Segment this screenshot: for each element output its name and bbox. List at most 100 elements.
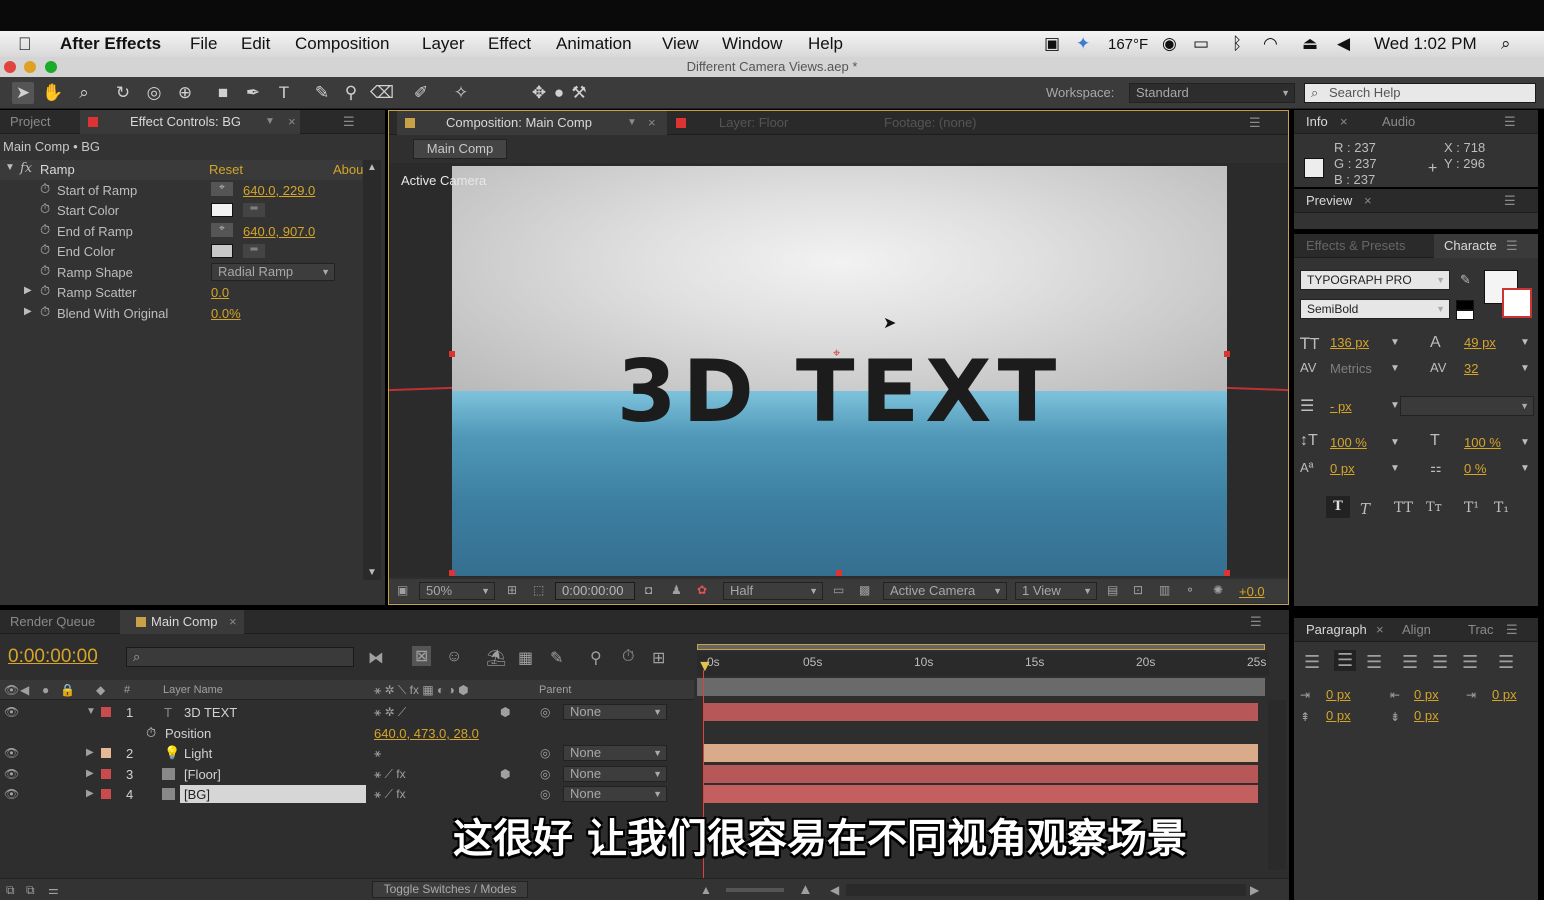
layer-switches[interactable]: ⚹ ✲ ⟋ [374,705,406,720]
position-value[interactable]: 640.0, 473.0, 28.0 [374,726,479,741]
flowchart-icon[interactable]: ⚬ [1185,583,1195,597]
auto-keyframe-icon[interactable]: ⚲ [590,648,602,668]
tab-project[interactable]: Project [10,114,50,129]
about-link[interactable]: Abou [333,162,363,177]
lock-switch-icon[interactable]: 🔒 [60,683,75,697]
tab-align[interactable]: Align [1402,622,1431,637]
visibility-eye-icon[interactable]: 👁 [4,746,19,760]
mask-visibility-icon[interactable]: ⬚ [533,583,544,597]
graph-toggle-icon[interactable]: ⚌ [48,883,59,897]
param-value[interactable]: 0.0% [211,306,241,321]
video-switch-icon[interactable]: 👁 [4,683,19,697]
shy-layers-icon[interactable]: ☺ [446,648,462,666]
work-area-bar[interactable] [697,644,1265,650]
current-time-field[interactable]: 0:00:00:00 [555,582,635,600]
pickwhip-icon[interactable]: ◎ [540,767,550,781]
workspace-dropdown[interactable]: Standard [1129,83,1295,103]
parent-dropdown[interactable]: None [563,766,667,782]
time-ruler[interactable]: 0s 05s 10s 15s 20s 25s [697,652,1269,676]
stroke-color-swatch[interactable] [1502,288,1532,318]
wifi-icon[interactable]: ◠ [1263,34,1278,54]
layer-3-bar[interactable] [703,765,1258,783]
comp-tab-close-icon[interactable]: × [648,115,656,130]
twirl-closed-icon[interactable]: ▶ [24,306,32,317]
view-axis-icon[interactable]: ⚒ [568,82,590,104]
stroke-width-value[interactable]: - px [1330,399,1352,414]
parent-dropdown[interactable]: None [563,786,667,802]
tab-render-queue[interactable]: Render Queue [10,614,95,629]
pickwhip-icon[interactable]: ◎ [540,746,550,760]
tab-character[interactable]: Characte [1444,238,1497,253]
3d-layer-switch-icon[interactable]: ⬢ [500,705,510,719]
stopwatch-icon[interactable]: ⏱ [40,263,50,279]
stopwatch-icon[interactable]: ⏱ [40,222,50,238]
layer-name[interactable]: [Floor] [184,767,221,782]
timeline-search-input[interactable]: ⌕ [126,647,354,667]
preview-menu-icon[interactable]: ☰ [1504,193,1516,209]
layer-name[interactable]: [BG] [184,787,210,802]
panel-menu-icon[interactable]: ☰ [343,114,355,130]
kerning-value[interactable]: Metrics [1330,361,1372,376]
stopwatch-icon[interactable]: ⏱ [146,725,156,741]
horizontal-scale-value[interactable]: 100 % [1464,435,1501,450]
tab-effects-presets[interactable]: Effects & Presets [1306,238,1405,253]
tab-audio[interactable]: Audio [1382,114,1415,129]
tsume-value[interactable]: 0 % [1464,461,1486,476]
label-color-chip[interactable] [101,707,111,717]
justify-left-button[interactable]: ☰ [1402,652,1418,673]
playhead-icon[interactable]: ▼ [697,658,713,676]
horizontal-scrollbar[interactable] [846,884,1246,896]
stopwatch-icon[interactable]: ⏱ [40,242,50,258]
label-color-chip[interactable] [101,769,111,779]
indent-right-value[interactable]: 0 px [1414,687,1439,702]
eyedropper-icon[interactable]: ═ [243,244,265,258]
layer-name-header[interactable]: Layer Name [163,684,223,696]
dropbox-icon[interactable]: ✦ [1076,34,1090,54]
comp-frame[interactable]: 3D TEXT [452,166,1227,576]
align-right-button[interactable]: ☰ [1366,652,1382,673]
eraser-tool-icon[interactable]: ⌫ [370,82,394,104]
3d-layer-switch-icon[interactable]: ⬢ [500,767,510,781]
comp-lock-icon[interactable] [405,118,415,128]
channel-icon[interactable]: ✿ [697,583,707,597]
char-menu-icon[interactable]: ☰ [1506,238,1518,254]
tab-dropdown-icon[interactable]: ▼ [265,116,275,127]
param-ramp-shape[interactable]: ⏱ Ramp Shape Radial Ramp [0,262,362,282]
tab-layer[interactable]: Layer: Floor [719,115,788,130]
axis-mode-icon[interactable]: ✥ [528,82,550,104]
solo-switch-icon[interactable]: ● [42,683,49,697]
tsume-dropdown-icon[interactable]: ▼ [1520,463,1530,474]
param-value[interactable]: 640.0, 229.0 [243,183,315,198]
label-color-chip[interactable] [101,748,111,758]
search-help-input[interactable]: ⌕ Search Help [1304,83,1536,103]
small-caps-button[interactable]: Tт [1426,500,1442,515]
hscale-dropdown-icon[interactable]: ▼ [1520,437,1530,448]
layer-switches[interactable]: ⚹ ⟋ fx [374,787,406,802]
twirl-closed-icon[interactable]: ▶ [86,788,94,799]
fast-previews-icon[interactable]: ⊡ [1133,583,1143,597]
rotation-tool-icon[interactable]: ↻ [112,82,134,104]
comp-settings-icon[interactable]: ⧉ [6,883,15,898]
apple-icon[interactable]:  [18,34,32,55]
bounding-handle[interactable] [1224,351,1230,357]
pixel-aspect-icon[interactable]: ▤ [1107,583,1118,597]
anchor-point-icon[interactable]: ⌖ [833,345,840,361]
vscale-dropdown-icon[interactable]: ▼ [1390,437,1400,448]
twirl-closed-icon[interactable]: ▶ [86,768,94,779]
param-end-color[interactable]: ⏱ End Color ═ [0,241,362,261]
tracking-value[interactable]: 32 [1464,361,1478,376]
menu-effect[interactable]: Effect [488,34,531,54]
all-caps-button[interactable]: TT [1394,500,1413,516]
scroll-right-icon[interactable]: ▶ [1250,883,1259,897]
param-start-of-ramp[interactable]: ⏱ Start of Ramp ⌖ 640.0, 229.0 [0,180,362,200]
zoom-slider[interactable] [726,888,784,892]
parent-dropdown[interactable]: None [563,704,667,720]
draft-3d-icon[interactable]: ⊠ [412,646,432,666]
zoom-tool-icon[interactable]: ⌕ [73,82,95,104]
layer-name[interactable]: Light [184,746,212,761]
bounding-handle[interactable] [1224,570,1230,576]
info-menu-icon[interactable]: ☰ [1504,114,1516,130]
font-family-dropdown[interactable]: TYPOGRAPH PRO [1300,270,1450,290]
tracking-dropdown-icon[interactable]: ▼ [1520,363,1530,374]
baseline-shift-value[interactable]: 0 px [1330,461,1355,476]
